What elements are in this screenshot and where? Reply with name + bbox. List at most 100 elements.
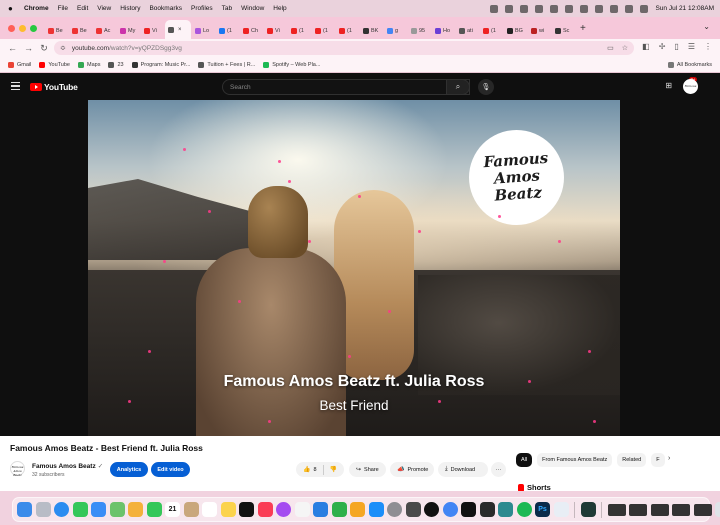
mail-icon[interactable] — [91, 502, 106, 517]
bookmark-item[interactable]: YouTube — [39, 61, 70, 68]
tab[interactable]: (1 — [336, 23, 359, 39]
menu-history[interactable]: History — [120, 5, 140, 12]
photos-icon[interactable] — [128, 502, 143, 517]
bookmark-star-icon[interactable]: ☆ — [622, 44, 628, 52]
create-video-icon[interactable]: ⊞ — [665, 81, 672, 90]
tab[interactable]: wi — [528, 23, 551, 39]
download-button[interactable]: ⤓ Download — [438, 462, 488, 477]
status-app-icon[interactable] — [490, 4, 499, 13]
menu-icon[interactable] — [11, 82, 20, 92]
channel-name[interactable]: Famous Amos Beatz ✓ — [32, 462, 103, 470]
tab[interactable]: g — [384, 23, 407, 39]
tab[interactable]: (1 — [216, 23, 239, 39]
voice-search-button[interactable]: 🎙 — [478, 79, 494, 95]
tab[interactable]: BG — [504, 23, 527, 39]
status-app-icon[interactable] — [565, 4, 574, 13]
close-tab-icon[interactable]: × — [178, 27, 182, 33]
menu-bookmarks[interactable]: Bookmarks — [149, 5, 182, 12]
reload-icon[interactable]: ↻ — [40, 43, 48, 54]
minimized-window-thumbnail[interactable] — [693, 503, 712, 516]
minimized-window-thumbnail[interactable] — [607, 503, 626, 516]
settings-icon[interactable] — [387, 502, 402, 517]
tab[interactable]: Lo — [192, 23, 215, 39]
extension-puzzle-icon[interactable]: ✢ — [659, 42, 666, 51]
calendar-icon[interactable]: 21 — [165, 502, 180, 517]
chip-more[interactable]: F — [651, 453, 666, 467]
minimize-window-icon[interactable] — [19, 24, 26, 32]
tab[interactable]: Ac — [93, 23, 116, 39]
tab-search-icon[interactable]: ⌄ — [703, 22, 710, 31]
notes-icon[interactable] — [220, 502, 236, 517]
screenshot-icon[interactable] — [405, 502, 421, 517]
bookmark-item[interactable]: Spotify – Web Pla... — [263, 61, 320, 68]
tab-active[interactable]: × — [165, 20, 191, 39]
menu-profiles[interactable]: Profiles — [191, 5, 213, 12]
audio-icon[interactable] — [580, 502, 596, 517]
menu-file[interactable]: File — [58, 5, 68, 12]
analytics-button[interactable]: Analytics — [110, 462, 148, 477]
tab[interactable]: (1 — [288, 23, 311, 39]
tab[interactable]: Vi — [264, 23, 287, 39]
menu-edit[interactable]: Edit — [77, 5, 88, 12]
bookmark-item[interactable]: Gmail — [8, 61, 31, 68]
extensions-icon[interactable]: ◧ — [642, 42, 650, 51]
chevron-right-icon[interactable]: › — [668, 455, 670, 462]
edit-video-button[interactable]: Edit video — [151, 462, 190, 477]
cast-icon[interactable]: ▭ — [607, 44, 614, 52]
music-icon[interactable] — [257, 502, 273, 517]
menu-help[interactable]: Help — [273, 5, 286, 12]
bookmark-item[interactable]: 23 — [108, 61, 124, 68]
tab[interactable]: BK — [360, 23, 383, 39]
video-player[interactable]: Famous Amos Beatz Famous Amos Beatz ft. … — [88, 100, 620, 436]
clock-icon[interactable] — [424, 502, 439, 517]
control-center-icon[interactable] — [625, 4, 634, 13]
contacts-icon[interactable] — [183, 502, 199, 517]
preview-icon[interactable] — [553, 502, 569, 517]
bookmark-item[interactable]: Program: Music Pr... — [131, 61, 190, 68]
photoshop-icon[interactable]: Ps — [535, 502, 550, 517]
tab[interactable]: (1 — [312, 23, 335, 39]
siri-icon[interactable] — [640, 4, 649, 13]
pad-icon[interactable] — [498, 502, 513, 517]
battery-icon[interactable] — [580, 4, 589, 13]
reminders-icon[interactable] — [202, 502, 217, 517]
account-avatar[interactable]: Famous Amos Beatz — [683, 79, 698, 94]
messages-icon[interactable] — [72, 502, 88, 517]
side-panel-icon[interactable]: ▯ — [674, 42, 678, 51]
status-app-icon[interactable] — [550, 4, 559, 13]
tab[interactable]: Be — [45, 23, 68, 39]
new-tab-icon[interactable]: + — [580, 23, 586, 34]
zoom-window-icon[interactable] — [30, 24, 37, 32]
site-info-icon[interactable]: ≎ — [60, 44, 66, 52]
news-icon[interactable] — [294, 502, 310, 517]
chip-all[interactable]: All — [516, 453, 533, 467]
safari-icon[interactable] — [54, 502, 69, 517]
launchpad-icon[interactable] — [35, 502, 51, 517]
chrome-menu-icon[interactable]: ⋮ — [704, 42, 712, 51]
maps-icon[interactable] — [109, 502, 125, 517]
appstore-icon[interactable] — [368, 502, 384, 517]
finder-icon[interactable] — [17, 502, 32, 517]
spotify-icon[interactable] — [516, 502, 532, 517]
numbers-icon[interactable] — [331, 502, 347, 517]
capcut-icon[interactable] — [461, 502, 476, 517]
dislike-icon[interactable]: 👎 — [330, 466, 337, 473]
menu-app-chrome[interactable]: Chrome — [24, 5, 49, 12]
minimized-window-thumbnail[interactable] — [672, 503, 690, 516]
forward-icon[interactable]: → — [24, 43, 33, 53]
menu-view[interactable]: View — [97, 5, 111, 12]
tab[interactable]: Sc — [552, 23, 575, 39]
address-url[interactable]: youtube.com/watch?v=yQPZDSgg3vg — [72, 45, 182, 52]
bookmark-item[interactable]: Maps — [78, 61, 100, 68]
menu-tab[interactable]: Tab — [222, 5, 232, 12]
chip-related[interactable]: Related — [617, 453, 647, 467]
tab[interactable]: (1 — [480, 23, 503, 39]
chrome-icon[interactable] — [442, 502, 458, 517]
pages-icon[interactable] — [350, 502, 365, 517]
status-app-icon[interactable] — [535, 4, 544, 13]
trash-icon[interactable] — [715, 502, 720, 517]
tab[interactable]: Ho — [432, 23, 455, 39]
tab[interactable]: Be — [69, 23, 92, 39]
status-app-icon[interactable] — [520, 4, 529, 13]
keynote-icon[interactable] — [313, 502, 328, 517]
